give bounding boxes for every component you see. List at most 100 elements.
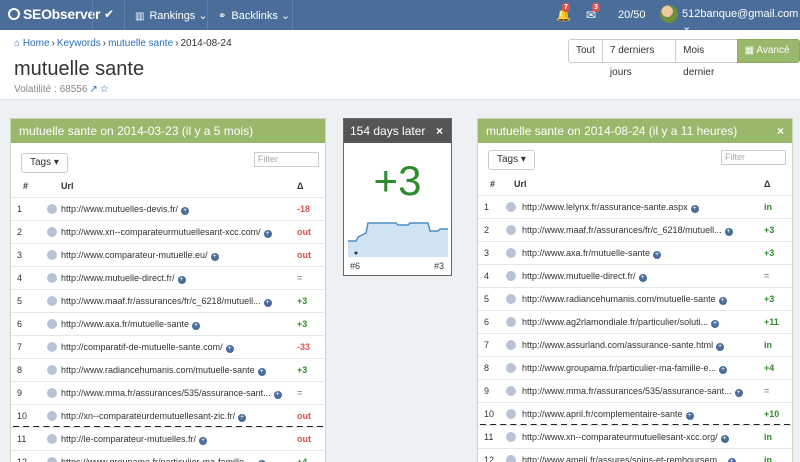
add-icon[interactable]: + [638,274,647,282]
row-rank: 9 [484,386,490,396]
message-badge: 3 [592,3,600,12]
menu-rankings-label: Rankings ⌄ [149,10,208,22]
menu-backlinks[interactable]: ⚭ Backlinks ⌄ [218,9,290,22]
add-icon[interactable]: + [273,391,282,399]
filter-input[interactable]: Filter [254,152,319,167]
add-icon[interactable]: + [257,368,266,376]
table-row[interactable]: 3 http://www.axa.fr/mutuelle-sante + +3 [478,241,794,264]
add-icon[interactable]: + [225,345,234,353]
table-row[interactable]: 8 http://www.radiancehumanis.com/mutuelle… [11,358,327,381]
row-url[interactable]: http://www.ag2rlamondiale.fr/particulier… [522,311,720,333]
close-icon[interactable]: × [436,119,443,143]
table-row[interactable]: 6 http://www.ag2rlamondiale.fr/particulie… [478,310,794,333]
table-row[interactable]: 1 http://www.lelynx.fr/assurance-sante.as… [478,195,794,218]
row-url[interactable]: https://www.groupama.fr/particulier-ma-f… [61,451,266,462]
logo[interactable]: SEObserver [8,6,100,22]
add-icon[interactable]: + [720,435,729,443]
row-url[interactable]: http://www.maaf.fr/assurances/fr/c_6218/… [522,219,733,241]
add-icon[interactable]: + [685,412,694,420]
table-row[interactable]: 1 http://www.mutuelles-devis.fr/+ -18 [11,197,327,220]
table-row[interactable]: 2 http://www.maaf.fr/assurances/fr/c_6218… [478,218,794,241]
row-url[interactable]: http://www.assurland.com/assurance-sante… [522,334,725,356]
range-7days-button[interactable]: 7 derniers jours [601,39,677,78]
table-row[interactable]: 5 http://www.maaf.fr/assurances/fr/c_6218… [11,289,327,312]
sparkline-end-label: #3 [434,261,445,271]
row-url[interactable]: http://www.ameli.fr/assures/soins-et-rem… [522,449,736,462]
row-url[interactable]: http://xn--comparateurdemutuellesant-zic… [61,405,247,427]
row-url[interactable]: http://www.maaf.fr/assurances/fr/c_6218/… [61,290,272,312]
add-icon[interactable]: + [263,230,272,238]
add-icon[interactable]: + [690,205,699,213]
row-delta: +4 [764,363,775,373]
add-icon[interactable]: + [727,458,736,462]
favicon-icon [506,432,516,442]
row-url[interactable]: http://www.mma.fr/assurances/535/assuran… [522,380,743,402]
add-icon[interactable]: + [263,299,272,307]
table-row[interactable]: 11 http://le-comparateur-mutuelles.fr/+ ou… [11,427,327,450]
add-icon[interactable]: + [718,297,727,305]
row-url[interactable]: http://comparatif-de-mutuelle-sante.com/… [61,336,234,358]
row-url[interactable]: http://www.groupama.fr/particulier-ma-fa… [522,357,728,379]
menu-rankings[interactable]: ▥ Rankings ⌄ [135,9,208,22]
add-icon[interactable]: + [653,251,662,259]
star-icon[interactable]: ☆ [100,84,109,95]
table-row[interactable]: 10 http://xn--comparateurdemutuellesant-z… [11,404,327,427]
table-row[interactable]: 12 http://www.ameli.fr/assures/soins-et-r… [478,448,794,462]
row-url[interactable]: http://www.comparateur-mutuelle.eu/+ [61,244,219,266]
add-icon[interactable]: + [210,253,219,261]
row-url[interactable]: http://www.mma.fr/assurances/535/assuran… [61,382,282,404]
add-icon[interactable]: + [199,437,208,445]
add-icon[interactable]: + [711,320,720,328]
table-row[interactable]: 8 http://www.groupama.fr/particulier-ma-f… [478,356,794,379]
table-row[interactable]: 7 http://comparatif-de-mutuelle-sante.com… [11,335,327,358]
add-icon[interactable]: + [719,366,728,374]
row-url[interactable]: http://www.xn--comparateurmutuellesant-x… [522,426,729,448]
table-row[interactable]: 9 http://www.mma.fr/assurances/535/assura… [11,381,327,404]
row-url[interactable]: http://www.radiancehumanis.com/mutuelle-… [61,359,266,381]
add-icon[interactable]: + [192,322,201,330]
add-icon[interactable]: + [177,276,186,284]
close-icon[interactable]: × [777,119,784,143]
check-icon[interactable]: ✔ [104,7,114,21]
message-icon[interactable]: ✉ 3 [586,3,600,22]
tags-dropdown[interactable]: Tags ▾ [21,153,68,173]
row-url[interactable]: http://www.radiancehumanis.com/mutuelle-… [522,288,727,310]
row-url[interactable]: http://www.xn--comparateurmutuellesant-x… [61,221,272,243]
tags-dropdown[interactable]: Tags ▾ [488,150,535,170]
breadcrumb-home[interactable]: Home [23,38,50,49]
table-row[interactable]: 9 http://www.mma.fr/assurances/535/assura… [478,379,794,402]
breadcrumb-keywords[interactable]: Keywords [57,38,101,49]
table-row[interactable]: 11 http://www.xn--comparateurmutuellesant… [478,425,794,448]
table-row[interactable]: 4 http://www.mutuelle-direct.fr/+ = [11,266,327,289]
breadcrumb-keyword[interactable]: mutuelle sante [108,38,173,49]
external-link-icon[interactable]: ↗ [89,84,97,95]
table-row[interactable]: 7 http://www.assurland.com/assurance-sant… [478,333,794,356]
range-all-button[interactable]: Tout [568,39,603,63]
table-row[interactable]: 10 http://www.april.fr/complementaire-san… [478,402,794,425]
notification-bell-icon[interactable]: 🔔 7 [556,3,571,22]
row-url[interactable]: http://www.axa.fr/mutuelle-sante + [61,313,201,335]
table-row[interactable]: 5 http://www.radiancehumanis.com/mutuelle… [478,287,794,310]
table-row[interactable]: 3 http://www.comparateur-mutuelle.eu/+ out [11,243,327,266]
add-icon[interactable]: + [724,228,733,236]
filter-input[interactable]: Filter [721,150,786,165]
row-url[interactable]: http://www.mutuelle-direct.fr/+ [522,265,647,287]
table-row[interactable]: 2 http://www.xn--comparateurmutuellesant-… [11,220,327,243]
row-url[interactable]: http://www.mutuelles-devis.fr/+ [61,198,190,220]
table-row[interactable]: 4 http://www.mutuelle-direct.fr/+ = [478,264,794,287]
add-icon[interactable]: + [734,389,743,397]
row-url[interactable]: http://www.mutuelle-direct.fr/+ [61,267,186,289]
add-icon[interactable]: + [716,343,725,351]
favicon-icon [506,271,516,281]
avatar[interactable] [660,5,678,23]
row-url[interactable]: http://www.axa.fr/mutuelle-sante + [522,242,662,264]
range-month-button[interactable]: Mois dernier [675,39,738,78]
table-row[interactable]: 6 http://www.axa.fr/mutuelle-sante + +3 [11,312,327,335]
add-icon[interactable]: + [238,414,247,422]
row-url[interactable]: http://le-comparateur-mutuelles.fr/+ [61,428,208,450]
row-url[interactable]: http://www.lelynx.fr/assurance-sante.asp… [522,196,699,218]
row-url[interactable]: http://www.april.fr/complementaire-sante… [522,403,694,425]
table-row[interactable]: 12 https://www.groupama.fr/particulier-ma… [11,450,327,462]
range-advanced-button[interactable]: ▦ Avancé ⌄ [736,39,800,78]
add-icon[interactable]: + [181,207,190,215]
